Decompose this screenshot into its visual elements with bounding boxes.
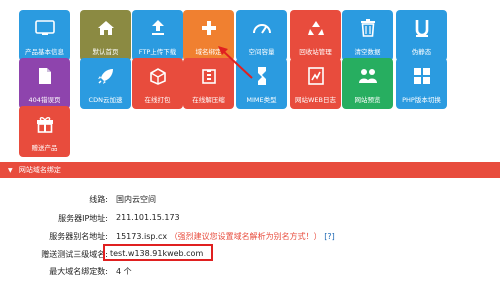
info-row-line: 线路: 国内云空间 xyxy=(0,194,500,210)
help-link[interactable]: [?] xyxy=(324,232,335,241)
highlight-box xyxy=(103,244,213,261)
value-server-ip: 211.101.15.173 xyxy=(116,213,180,222)
label-line: 线路: xyxy=(89,195,108,204)
label-server-alias: 服务器别名地址: xyxy=(49,232,108,241)
value-server-alias: 15173.isp.cx xyxy=(116,232,168,241)
section-header[interactable]: ▼ 网站域名绑定 xyxy=(0,162,500,178)
info-row-test-domain: 赠送测试三级域名: test.w138.91kweb.com xyxy=(0,249,500,265)
value-max-domains: 4 个 xyxy=(116,267,132,276)
label-server-ip: 服务器IP地址: xyxy=(58,214,108,223)
collapse-caret-icon: ▼ xyxy=(8,167,13,174)
label-test-domain: 赠送测试三级域名: xyxy=(41,250,108,259)
label-max-domains: 最大域名绑定数: xyxy=(49,267,108,276)
info-row-server-alias: 服务器别名地址: 15173.isp.cx （强烈建议您设置域名解析为别名方式！… xyxy=(0,231,500,247)
info-row-server-ip: 服务器IP地址: 211.101.15.173 xyxy=(0,213,500,229)
section-title: 网站域名绑定 xyxy=(18,166,61,174)
alias-hint: （强烈建议您设置域名解析为别名方式！） xyxy=(169,232,322,241)
value-line: 国内云空间 xyxy=(116,195,156,204)
